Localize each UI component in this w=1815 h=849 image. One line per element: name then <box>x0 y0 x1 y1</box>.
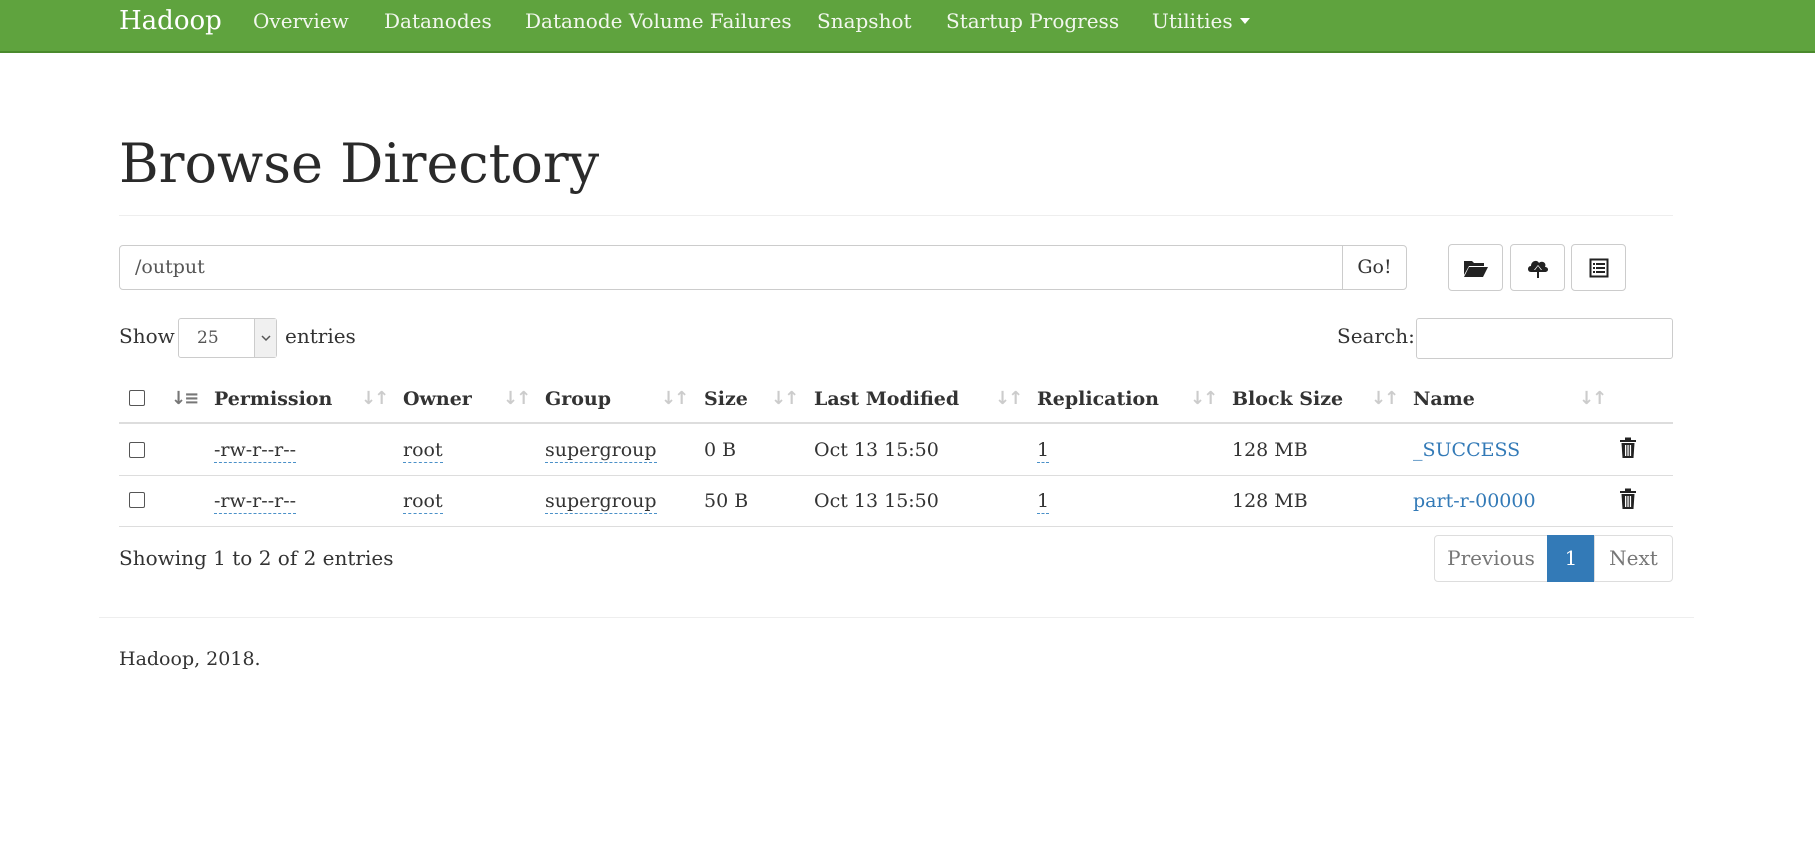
folder-open-icon <box>1463 260 1488 277</box>
sort-icon: ↓↑ <box>1371 388 1399 409</box>
go-button[interactable]: Go! <box>1342 245 1407 290</box>
create-directory-button[interactable] <box>1448 244 1503 291</box>
show-label: Show <box>119 324 175 348</box>
group-cell[interactable]: supergroup <box>545 439 657 463</box>
nav-startup-progress[interactable]: Startup Progress <box>946 9 1119 33</box>
owner-cell[interactable]: root <box>403 490 443 514</box>
brand-link[interactable]: Hadoop <box>119 6 222 36</box>
page-1-button[interactable]: 1 <box>1547 535 1595 582</box>
block-size-cell: 128 MB <box>1232 439 1308 461</box>
top-navbar: Hadoop Overview Datanodes Datanode Volum… <box>0 0 1815 53</box>
title-divider <box>119 215 1673 216</box>
group-cell[interactable]: supergroup <box>545 490 657 514</box>
last-modified-cell: Oct 13 15:50 <box>814 439 939 461</box>
nav-utilities-dropdown[interactable]: Utilities <box>1152 9 1250 33</box>
last-modified-cell: Oct 13 15:50 <box>814 490 939 512</box>
directory-path-input[interactable]: /output <box>119 245 1343 290</box>
next-page-button[interactable]: Next <box>1594 535 1673 582</box>
sort-icon: ↓↑ <box>661 388 689 409</box>
trash-icon[interactable] <box>1619 437 1637 464</box>
sort-icon: ↓↑ <box>503 388 531 409</box>
nav-utilities-label: Utilities <box>1152 9 1233 33</box>
chevron-down-icon <box>254 319 276 357</box>
sort-ascending-icon[interactable]: ↓≡ <box>171 388 199 409</box>
sort-icon: ↓↑ <box>1579 388 1607 409</box>
list-alt-icon <box>1589 258 1608 277</box>
col-replication[interactable]: Replication <box>1037 388 1159 410</box>
nav-overview[interactable]: Overview <box>253 9 349 33</box>
row-checkbox[interactable] <box>129 442 145 458</box>
cloud-upload-icon <box>1527 260 1548 278</box>
nav-snapshot[interactable]: Snapshot <box>817 9 912 33</box>
footer-divider <box>99 617 1694 618</box>
table-info: Showing 1 to 2 of 2 entries <box>119 546 394 570</box>
footer-text: Hadoop, 2018. <box>119 648 261 670</box>
entries-label: entries <box>285 324 356 348</box>
size-cell: 0 B <box>704 439 737 461</box>
row-checkbox[interactable] <box>129 492 145 508</box>
sort-icon: ↓↑ <box>771 388 799 409</box>
entries-per-page-select[interactable]: 25 <box>178 318 277 358</box>
col-permission[interactable]: Permission <box>214 388 332 410</box>
file-name-link[interactable]: part-r-00000 <box>1413 490 1536 512</box>
table-row: -rw-r--r-- root supergroup 0 B Oct 13 15… <box>119 425 1673 476</box>
sort-icon: ↓↑ <box>361 388 389 409</box>
sort-icon: ↓↑ <box>1190 388 1218 409</box>
col-name[interactable]: Name <box>1413 388 1475 410</box>
previous-page-button[interactable]: Previous <box>1434 535 1548 582</box>
search-input[interactable] <box>1416 318 1673 359</box>
file-name-link[interactable]: _SUCCESS <box>1413 439 1520 461</box>
upload-files-button[interactable] <box>1510 244 1565 291</box>
table-row: -rw-r--r-- root supergroup 50 B Oct 13 1… <box>119 476 1673 527</box>
size-cell: 50 B <box>704 490 749 512</box>
sort-icon: ↓↑ <box>995 388 1023 409</box>
permission-cell[interactable]: -rw-r--r-- <box>214 439 297 463</box>
col-group[interactable]: Group <box>545 388 611 410</box>
nav-datanode-volume-failures[interactable]: Datanode Volume Failures <box>525 9 792 33</box>
cut-paste-button[interactable] <box>1571 244 1626 291</box>
entries-selected-value: 25 <box>197 328 219 348</box>
col-block-size[interactable]: Block Size <box>1232 388 1343 410</box>
owner-cell[interactable]: root <box>403 439 443 463</box>
nav-datanodes[interactable]: Datanodes <box>384 9 492 33</box>
replication-cell[interactable]: 1 <box>1037 490 1050 514</box>
permission-cell[interactable]: -rw-r--r-- <box>214 490 297 514</box>
search-label: Search: <box>1337 324 1415 348</box>
table-header: ↓≡ Permission ↓↑ Owner ↓↑ Group ↓↑ Size … <box>119 376 1673 424</box>
caret-down-icon <box>1239 18 1250 24</box>
page-title: Browse Directory <box>119 132 600 195</box>
trash-icon[interactable] <box>1619 488 1637 515</box>
col-size[interactable]: Size <box>704 388 748 410</box>
col-owner[interactable]: Owner <box>403 388 472 410</box>
select-all-checkbox[interactable] <box>129 390 145 406</box>
block-size-cell: 128 MB <box>1232 490 1308 512</box>
replication-cell[interactable]: 1 <box>1037 439 1050 463</box>
col-last-modified[interactable]: Last Modified <box>814 388 959 410</box>
